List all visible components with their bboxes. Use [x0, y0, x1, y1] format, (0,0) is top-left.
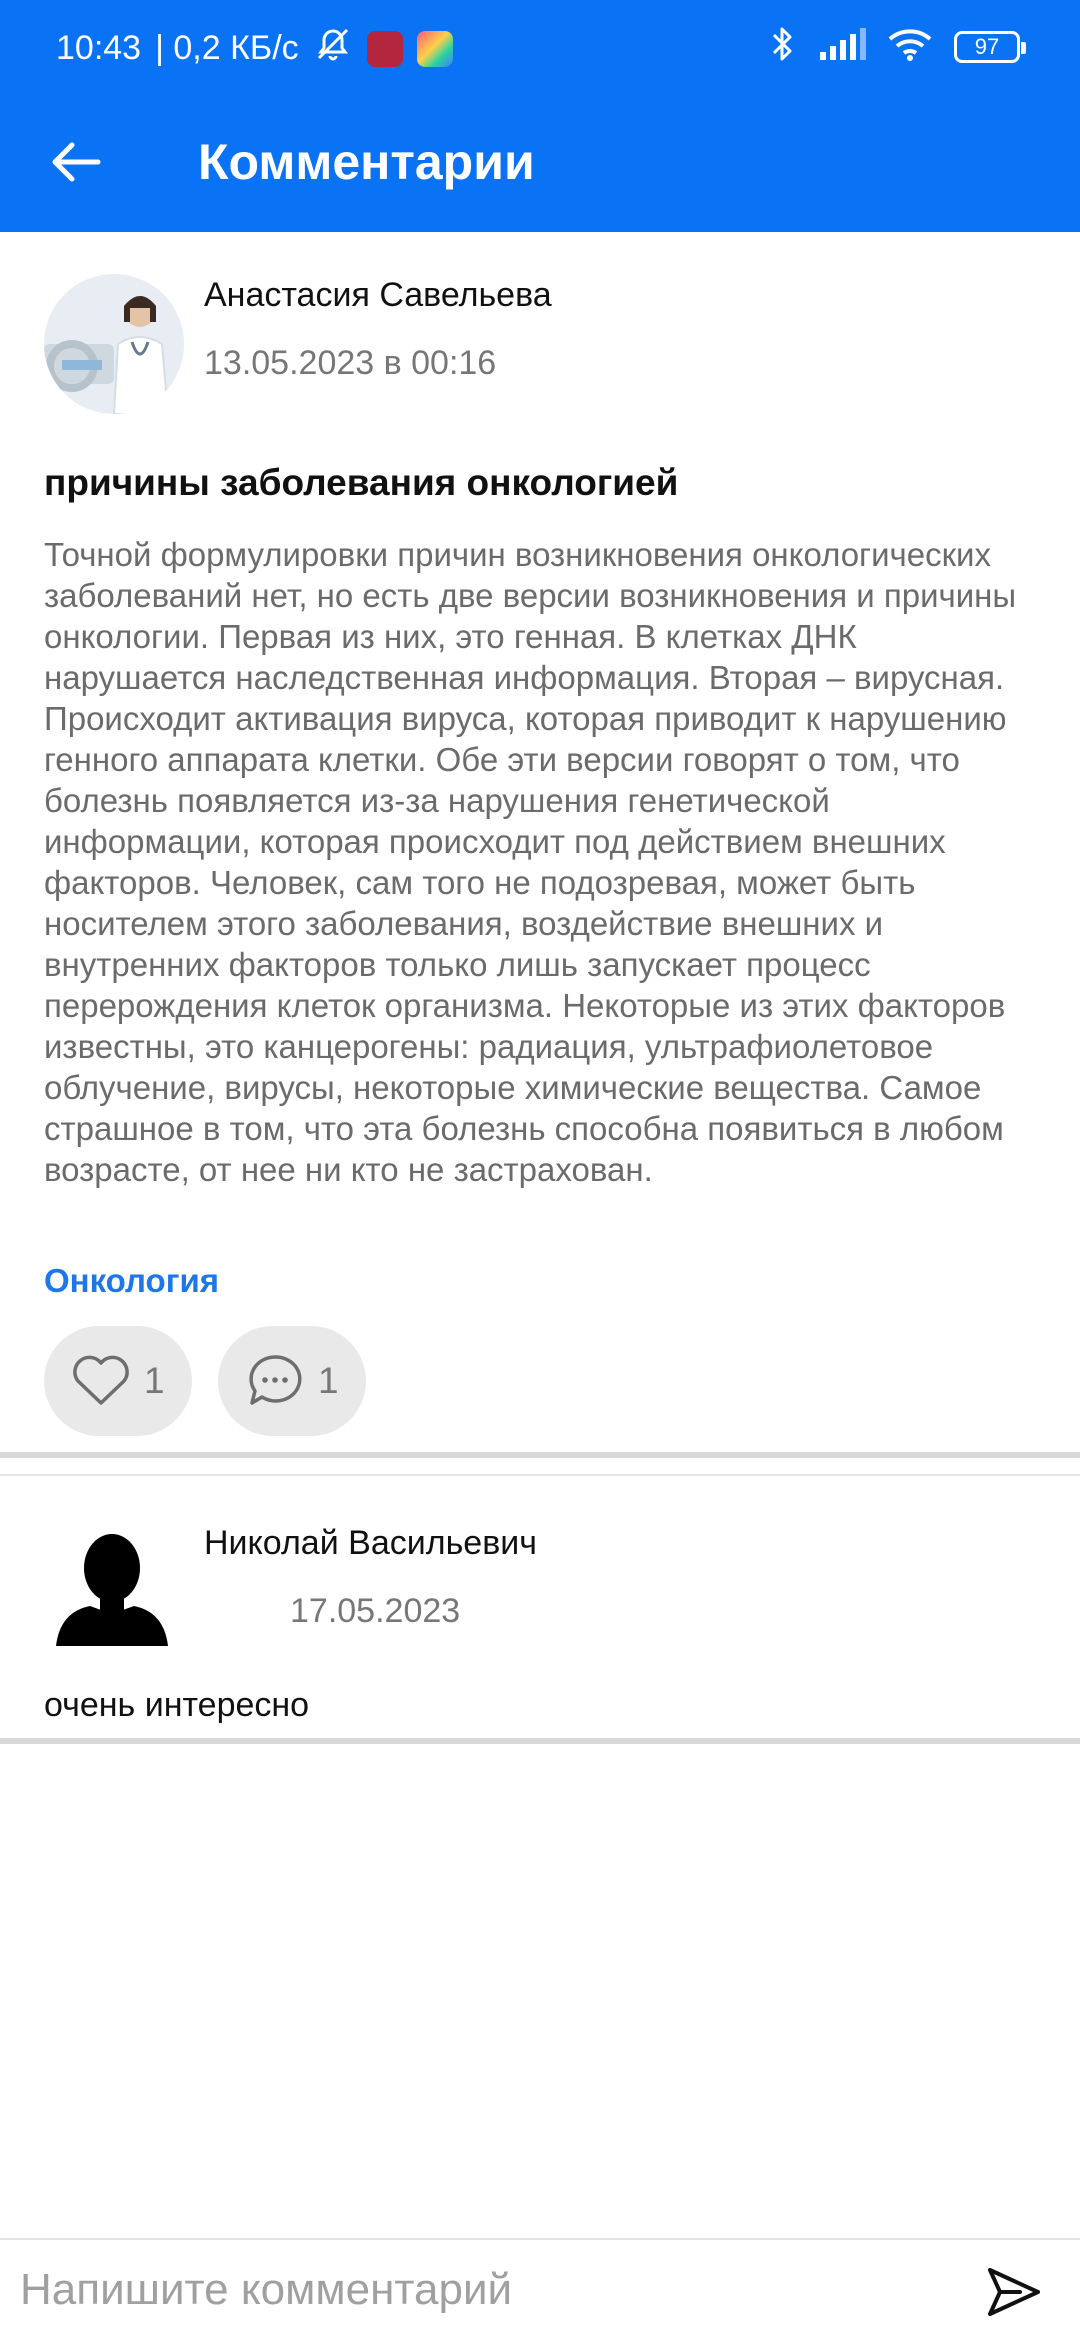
- comment-count: 1: [318, 1360, 339, 1401]
- status-bar: 10:43 | 0,2 КБ/с 97: [0, 0, 1080, 96]
- comment-input[interactable]: [20, 2240, 960, 2340]
- comment-button[interactable]: 1: [218, 1326, 366, 1436]
- author-avatar[interactable]: [44, 274, 184, 414]
- comments-screen: 10:43 | 0,2 КБ/с 97 Комментарии Анастаси…: [0, 0, 1080, 2340]
- comment-input-bar: [0, 2238, 1080, 2340]
- like-button[interactable]: 1: [44, 1326, 192, 1436]
- post-title: причины заболевания онкологией: [44, 462, 679, 503]
- app-bar: Комментарии: [0, 96, 1080, 232]
- post-card: Анастасия Савельева 13.05.2023 в 00:16 п…: [0, 232, 1080, 1458]
- status-time: 10:43: [56, 29, 142, 67]
- send-button[interactable]: [982, 2260, 1046, 2324]
- doctor-photo-icon: [44, 274, 184, 414]
- wifi-icon: [888, 27, 932, 66]
- bluetooth-icon: [768, 24, 796, 69]
- post-date: 13.05.2023 в 00:16: [204, 344, 497, 382]
- back-button[interactable]: [40, 126, 112, 198]
- comment-author[interactable]: Николай Васильевич: [204, 1524, 537, 1563]
- chat-bubble-icon: [249, 1355, 302, 1405]
- status-right: 97: [768, 24, 1026, 69]
- author-name[interactable]: Анастасия Савельева: [204, 276, 552, 315]
- post-body: Точной формулировки причин возникновения…: [44, 536, 1017, 1188]
- status-left: 10:43 | 0,2 КБ/с: [56, 26, 453, 71]
- heart-icon: [73, 1355, 129, 1405]
- comment-date: 17.05.2023: [290, 1592, 461, 1630]
- user-avatar-icon[interactable]: [56, 1528, 168, 1646]
- app-notification-icon: [366, 30, 403, 67]
- alarm-off-icon: [313, 26, 353, 71]
- signal-icon: [818, 28, 866, 65]
- send-icon: [988, 2268, 1040, 2316]
- battery-icon: 97: [954, 30, 1026, 63]
- like-count: 1: [144, 1360, 165, 1401]
- arrow-left-icon: [52, 142, 101, 182]
- comment-text: очень интересно: [44, 1686, 310, 1724]
- network-speed: | 0,2 КБ/с: [155, 29, 299, 67]
- comment-item: Николай Васильевич 17.05.2023 очень инте…: [0, 1474, 1080, 1744]
- post-tag[interactable]: Онкология: [44, 1262, 219, 1300]
- page-title: Комментарии: [198, 134, 535, 190]
- app-notification-icon: [416, 30, 453, 67]
- top-bar: 10:43 | 0,2 КБ/с 97 Комментарии: [0, 0, 1080, 232]
